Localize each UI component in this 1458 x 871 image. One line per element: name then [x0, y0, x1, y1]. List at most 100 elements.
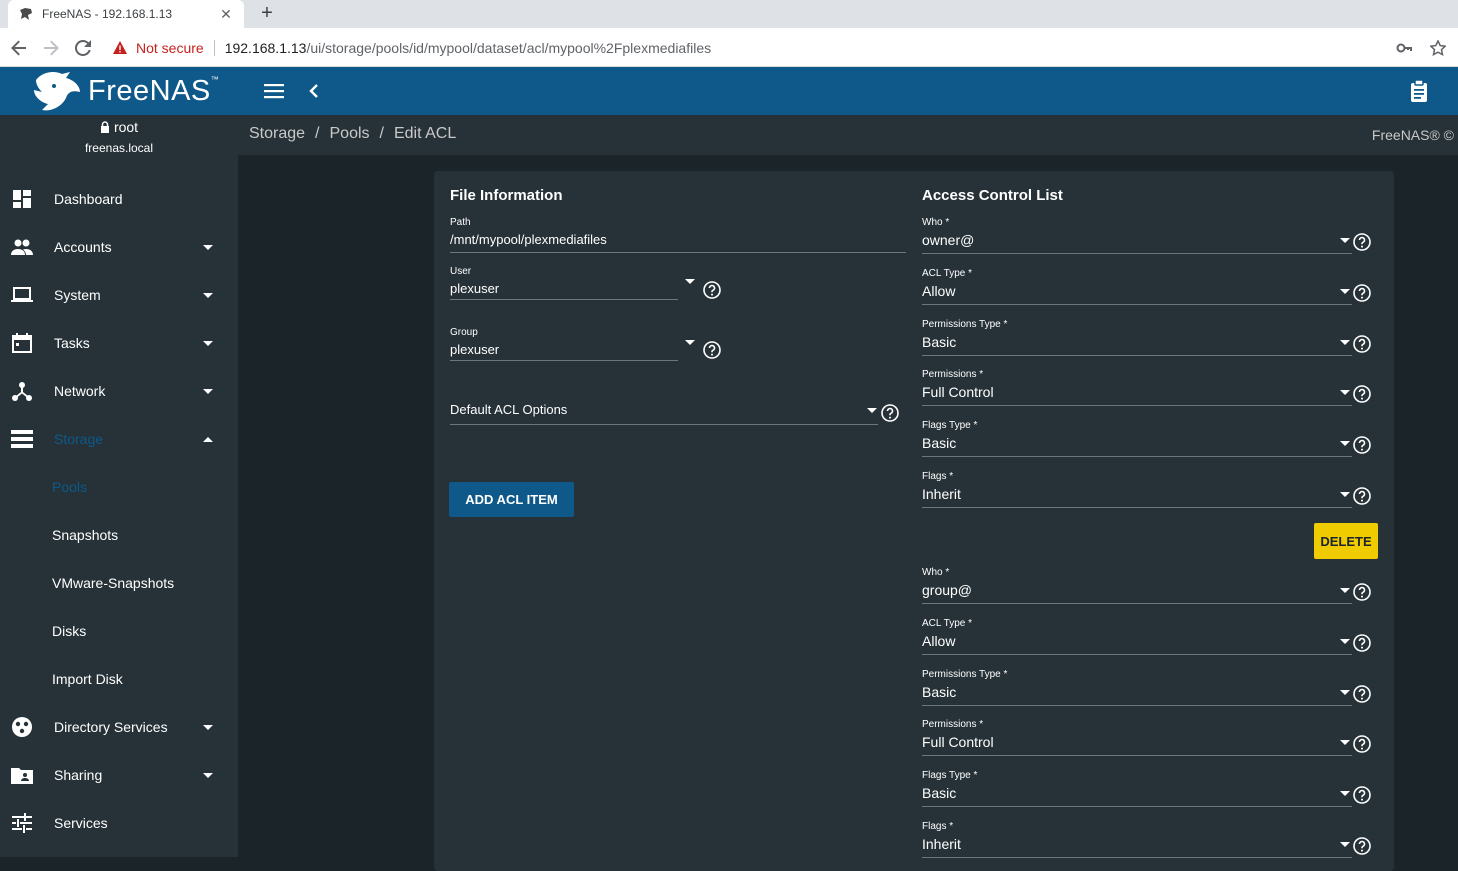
- acl-1-permissions-type-select[interactable]: Permissions Type * Basic: [922, 319, 1352, 359]
- acl-1-who-select[interactable]: Who * owner@: [922, 217, 1352, 257]
- acl-2-who-select[interactable]: Who * group@: [922, 567, 1352, 607]
- acl-2-flags-type-help-icon[interactable]: [1353, 786, 1371, 804]
- breadcrumb-edit-acl: Edit ACL: [393, 125, 457, 142]
- collapse-chevron-icon[interactable]: [304, 79, 324, 103]
- url-text: 192.168.1.13/ui/storage/pools/id/mypool/…: [224, 39, 712, 56]
- acl-1-permissions-type-dropdown-arrow-icon[interactable]: [1340, 340, 1350, 345]
- forward-icon[interactable]: [40, 37, 62, 59]
- sidebar-item-tasks[interactable]: Tasks: [0, 319, 238, 367]
- laptop-icon: [11, 284, 33, 306]
- freenas-favicon-icon: [18, 6, 34, 22]
- acl-2-permissions-dropdown-arrow-icon[interactable]: [1340, 740, 1350, 745]
- sidebar-item-dashboard[interactable]: Dashboard: [0, 175, 238, 223]
- freenas-shark-icon: [34, 72, 80, 111]
- menu-toggle-icon[interactable]: [262, 79, 286, 103]
- acl-2-permissions-type-dropdown-arrow-icon[interactable]: [1340, 690, 1350, 695]
- sidebar-subitem-pools[interactable]: Pools: [0, 463, 238, 511]
- acl-2-flags-value: Inherit: [922, 836, 961, 852]
- acl-1-permissions-dropdown-arrow-icon[interactable]: [1340, 390, 1350, 395]
- sidebar-item-directory-services[interactable]: Directory Services: [0, 703, 238, 751]
- acl-1-permissions-value: Full Control: [922, 384, 994, 400]
- acl-2-permissions-help-icon[interactable]: [1353, 735, 1371, 753]
- group-value: plexuser: [450, 342, 500, 357]
- omnibox-divider: [213, 39, 215, 56]
- delete-acl-entry-button[interactable]: DELETE: [1314, 523, 1378, 559]
- acl-2-acl-type-dropdown-arrow-icon[interactable]: [1340, 639, 1350, 644]
- group-dropdown-arrow-icon[interactable]: [685, 340, 695, 345]
- group-select[interactable]: Group plexuser: [450, 327, 678, 363]
- acl-2-flags-dropdown-arrow-icon[interactable]: [1340, 842, 1350, 847]
- acl-2-acl-type-help-icon[interactable]: [1353, 634, 1371, 652]
- user-dropdown-arrow-icon[interactable]: [685, 279, 695, 284]
- acl-2-flags-help-icon[interactable]: [1353, 837, 1371, 855]
- sidebar-subitem-snapshots[interactable]: Snapshots: [0, 511, 238, 559]
- acl-2-who-help-icon[interactable]: [1353, 583, 1371, 601]
- acl-1-flags-type-help-icon[interactable]: [1353, 436, 1371, 454]
- acl-1-flags-dropdown-arrow-icon[interactable]: [1340, 492, 1350, 497]
- file-information-title: File Information: [450, 187, 563, 204]
- acl-1-flags-type-dropdown-arrow-icon[interactable]: [1340, 441, 1350, 446]
- group-help-icon[interactable]: [703, 341, 721, 359]
- warning-icon: [113, 40, 127, 54]
- user-help-icon[interactable]: [703, 281, 721, 299]
- task-manager-clipboard-icon[interactable]: [1408, 79, 1430, 103]
- path-value: /mnt/mypool/plexmediafiles: [450, 232, 607, 247]
- acl-1-permissions-select[interactable]: Permissions * Full Control: [922, 369, 1352, 409]
- sidebar-item-network[interactable]: Network: [0, 367, 238, 415]
- acl-1-acl-type-dropdown-arrow-icon[interactable]: [1340, 289, 1350, 294]
- acl-2-who-value: group@: [922, 582, 973, 598]
- sidebar-item-services[interactable]: Services: [0, 799, 238, 847]
- tune-icon: [11, 812, 33, 834]
- add-acl-item-button[interactable]: ADD ACL ITEM: [449, 482, 574, 517]
- tab-close-icon[interactable]: ✕: [218, 6, 234, 22]
- new-tab-icon[interactable]: +: [256, 2, 278, 24]
- acl-2-who-dropdown-arrow-icon[interactable]: [1340, 588, 1350, 593]
- sidebar-subitem-import-disk[interactable]: Import Disk: [0, 655, 238, 703]
- acl-2-permissions-select[interactable]: Permissions * Full Control: [922, 719, 1352, 759]
- sidebar-subitem-disks[interactable]: Disks: [0, 607, 238, 655]
- default-acl-help-icon[interactable]: [881, 404, 899, 422]
- freenas-logo[interactable]: FreeNAS™: [0, 67, 238, 115]
- chevron-down-icon: [203, 388, 213, 394]
- browser-tab[interactable]: FreeNAS - 192.168.1.13 ✕: [8, 0, 244, 28]
- acl-2-permissions-type-select[interactable]: Permissions Type * Basic: [922, 669, 1352, 709]
- acl-1-flags-type-select[interactable]: Flags Type * Basic: [922, 420, 1352, 460]
- acl-1-acl-type-select[interactable]: ACL Type * Allow: [922, 268, 1352, 308]
- sidebar-subitem-vmware-snapshots[interactable]: VMware-Snapshots: [0, 559, 238, 607]
- acl-1-acl-type-help-icon[interactable]: [1353, 284, 1371, 302]
- omnibox[interactable]: Not secure 192.168.1.13/ui/storage/pools…: [106, 33, 1446, 62]
- acl-2-acl-type-select[interactable]: ACL Type * Allow: [922, 618, 1352, 658]
- chevron-down-icon: [203, 772, 213, 778]
- sidebar-item-storage[interactable]: Storage: [0, 415, 238, 463]
- acl-1-flags-select[interactable]: Flags * Inherit: [922, 471, 1352, 511]
- acl-1-who-dropdown-arrow-icon[interactable]: [1340, 238, 1350, 243]
- user-select[interactable]: User plexuser: [450, 266, 678, 302]
- acl-1-permissions-help-icon[interactable]: [1353, 385, 1371, 403]
- key-icon[interactable]: [1396, 40, 1412, 60]
- chevron-down-icon: [203, 292, 213, 298]
- acl-1-flags-help-icon[interactable]: [1353, 487, 1371, 505]
- acl-1-who-help-icon[interactable]: [1353, 233, 1371, 251]
- sidebar-item-system[interactable]: System: [0, 271, 238, 319]
- sidebar-item-sharing[interactable]: Sharing: [0, 751, 238, 799]
- security-warning[interactable]: Not secure: [106, 40, 204, 56]
- dashboard-icon: [11, 188, 33, 210]
- acl-1-permissions-type-help-icon[interactable]: [1353, 335, 1371, 353]
- acl-2-permissions-type-help-icon[interactable]: [1353, 685, 1371, 703]
- acl-2-flags-type-dropdown-arrow-icon[interactable]: [1340, 791, 1350, 796]
- breadcrumb-storage[interactable]: Storage: [249, 125, 305, 143]
- reload-icon[interactable]: [72, 37, 94, 59]
- breadcrumb-pools[interactable]: Pools: [330, 125, 370, 143]
- main-content: File Information Path /mnt/mypool/plexme…: [238, 155, 1458, 871]
- default-acl-dropdown-arrow-icon[interactable]: [867, 408, 877, 413]
- default-acl-options-select[interactable]: Default ACL Options: [450, 402, 878, 426]
- back-icon[interactable]: [8, 37, 30, 59]
- acl-2-flags-type-select[interactable]: Flags Type * Basic: [922, 770, 1352, 810]
- chevron-up-icon: [203, 436, 213, 442]
- sidebar-user: root freenas.local: [0, 115, 238, 175]
- omnibox-actions: [1396, 39, 1447, 60]
- acl-2-flags-select[interactable]: Flags * Inherit: [922, 821, 1352, 861]
- sidebar-item-accounts[interactable]: Accounts: [0, 223, 238, 271]
- bookmark-star-icon[interactable]: [1429, 39, 1447, 60]
- chevron-down-icon: [203, 340, 213, 346]
